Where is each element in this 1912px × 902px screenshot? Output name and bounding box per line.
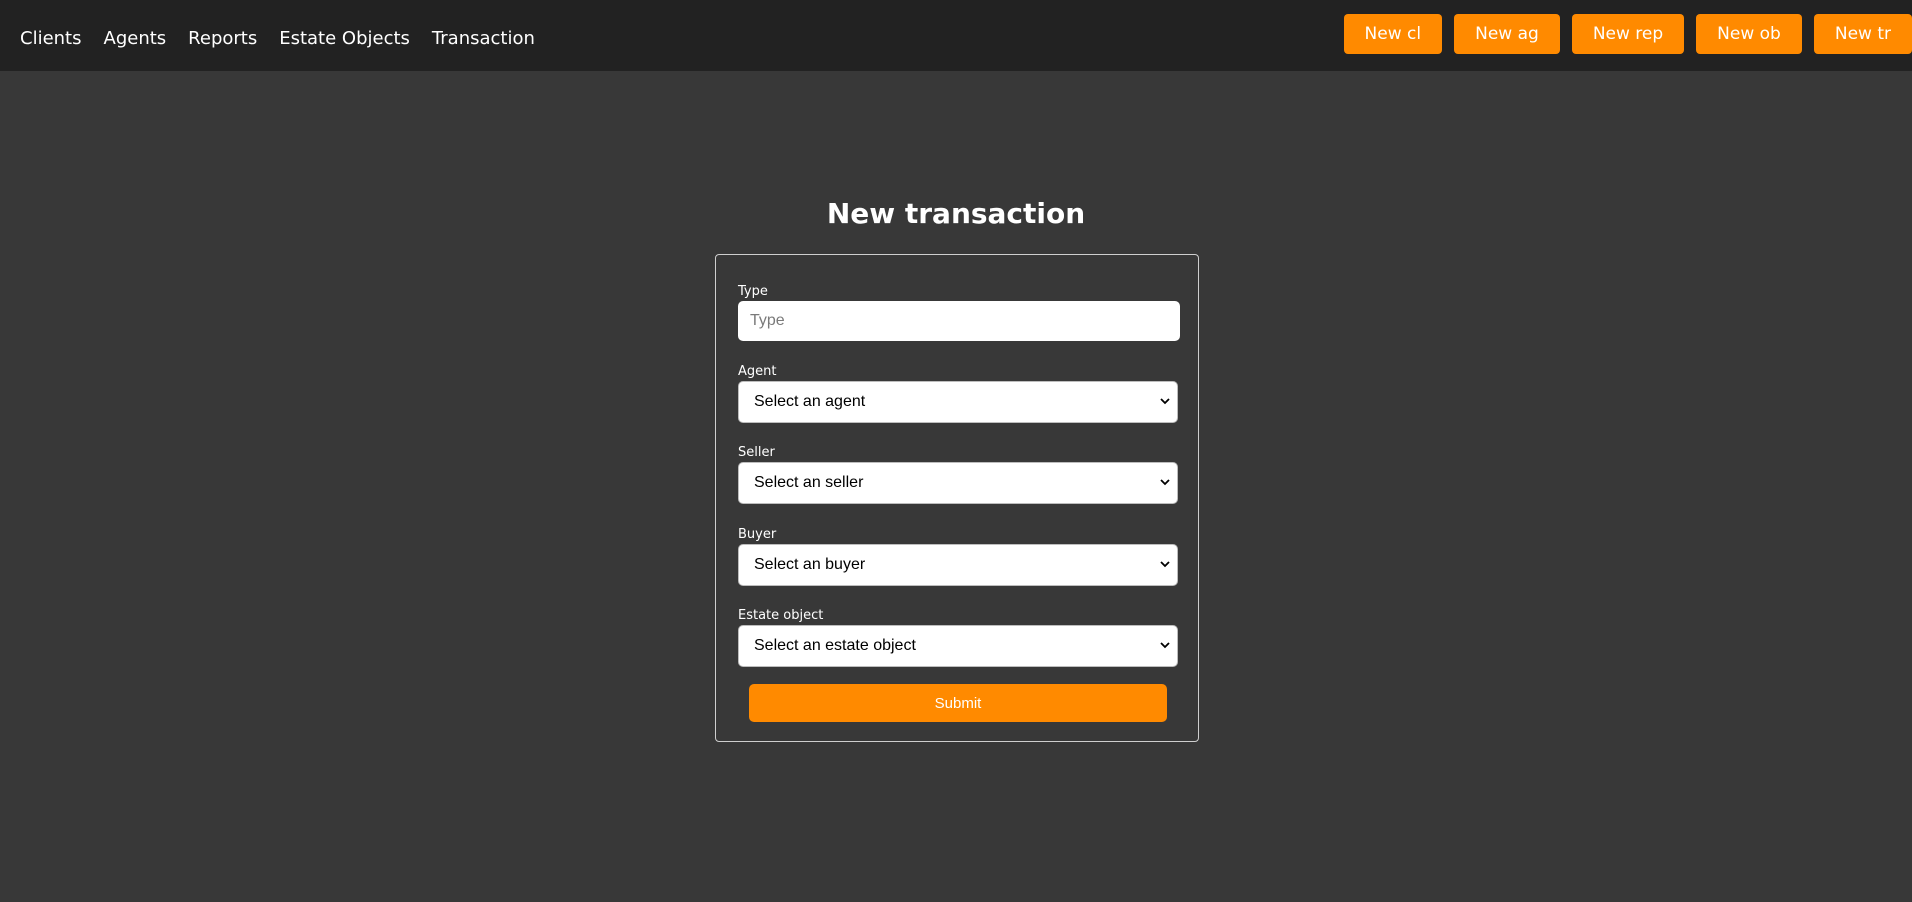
nav-link-transaction[interactable]: Transaction xyxy=(432,28,535,49)
seller-select[interactable]: Select an seller xyxy=(738,462,1178,504)
estate-object-label: Estate object xyxy=(738,608,824,623)
estate-object-select[interactable]: Select an estate object xyxy=(738,625,1178,667)
new-object-button[interactable]: New ob xyxy=(1696,14,1802,54)
top-navbar: Clients Agents Reports Estate Objects Tr… xyxy=(0,0,1912,71)
nav-link-reports[interactable]: Reports xyxy=(188,28,257,49)
agent-label: Agent xyxy=(738,364,777,379)
new-agent-button[interactable]: New ag xyxy=(1454,14,1560,54)
type-input[interactable] xyxy=(738,301,1180,341)
transaction-form: Type Agent Select an agent Seller Select… xyxy=(715,254,1199,742)
seller-label: Seller xyxy=(738,445,775,460)
buyer-select[interactable]: Select an buyer xyxy=(738,544,1178,586)
buyer-label: Buyer xyxy=(738,527,777,542)
chevron-down-icon xyxy=(1160,642,1170,649)
chevron-down-icon xyxy=(1160,479,1170,486)
nav-buttons: New cl New ag New rep New ob New tr xyxy=(1332,14,1912,54)
nav-link-estate-objects[interactable]: Estate Objects xyxy=(279,28,410,49)
page-title: New transaction xyxy=(826,197,1086,230)
chevron-down-icon xyxy=(1160,561,1170,568)
nav-links: Clients Agents Reports Estate Objects Tr… xyxy=(20,0,557,77)
seller-select-value: Select an seller xyxy=(754,474,864,491)
new-client-button[interactable]: New cl xyxy=(1343,14,1443,54)
buyer-select-value: Select an buyer xyxy=(754,556,866,573)
agent-select-value: Select an agent xyxy=(754,393,866,410)
nav-link-clients[interactable]: Clients xyxy=(20,28,82,49)
new-transaction-button[interactable]: New tr xyxy=(1813,14,1912,54)
agent-select[interactable]: Select an agent xyxy=(738,381,1178,423)
type-label: Type xyxy=(738,284,768,299)
nav-link-agents[interactable]: Agents xyxy=(104,28,167,49)
submit-button[interactable]: Submit xyxy=(749,684,1167,722)
chevron-down-icon xyxy=(1160,398,1170,405)
estate-object-select-value: Select an estate object xyxy=(754,637,916,654)
new-report-button[interactable]: New rep xyxy=(1571,14,1685,54)
